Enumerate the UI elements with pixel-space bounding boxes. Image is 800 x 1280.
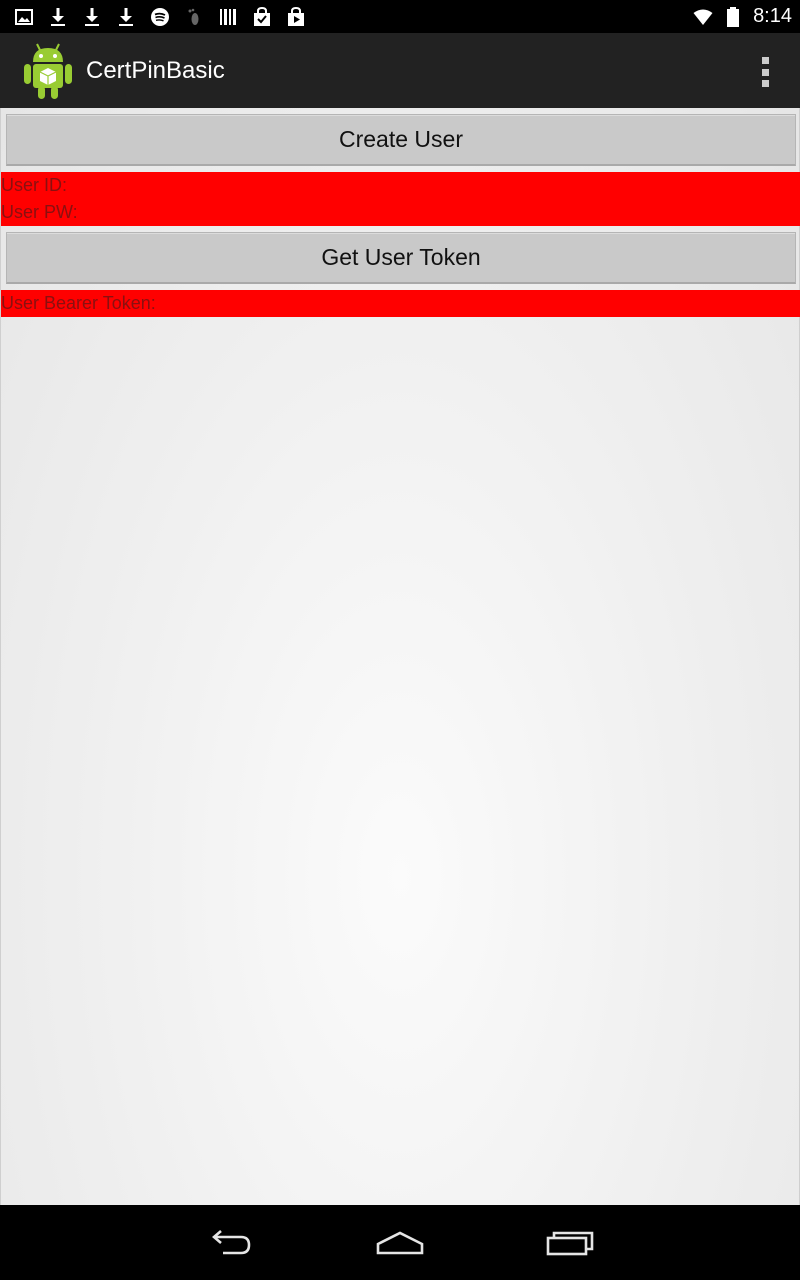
- play-store-icon: [286, 6, 306, 27]
- status-bar: 8:14: [0, 0, 800, 33]
- home-icon[interactable]: [375, 1228, 425, 1258]
- barcode-icon: [218, 7, 238, 27]
- notification-icons: [14, 6, 306, 27]
- download-icon: [82, 7, 102, 27]
- navigation-bar: [0, 1205, 800, 1280]
- download-icon: [116, 7, 136, 27]
- bearer-token-label: User Bearer Token:: [1, 293, 156, 313]
- recents-icon[interactable]: [545, 1228, 595, 1258]
- download-icon: [48, 7, 68, 27]
- spotify-icon: [150, 7, 170, 27]
- app-title: CertPinBasic: [86, 56, 225, 84]
- user-pw-label: User PW:: [1, 202, 78, 222]
- create-user-button[interactable]: Create User: [6, 114, 796, 166]
- overflow-menu-icon[interactable]: [760, 57, 770, 87]
- wifi-icon: [693, 7, 713, 27]
- android-robot-icon[interactable]: [22, 42, 74, 100]
- image-icon: [14, 7, 34, 27]
- battery-icon: [723, 6, 743, 27]
- foot-icon: [184, 7, 204, 27]
- bearer-token-panel: User Bearer Token:: [1, 290, 800, 317]
- back-icon[interactable]: [205, 1228, 255, 1258]
- user-id-label: User ID:: [1, 175, 68, 195]
- action-bar: CertPinBasic: [0, 33, 800, 108]
- shopping-bag-check-icon: [252, 6, 272, 27]
- user-credentials-panel: User ID: User PW:: [1, 172, 800, 226]
- main-content: Create User User ID: User PW: Get User T…: [0, 108, 800, 1205]
- get-user-token-button[interactable]: Get User Token: [6, 232, 796, 284]
- status-clock: 8:14: [753, 5, 792, 27]
